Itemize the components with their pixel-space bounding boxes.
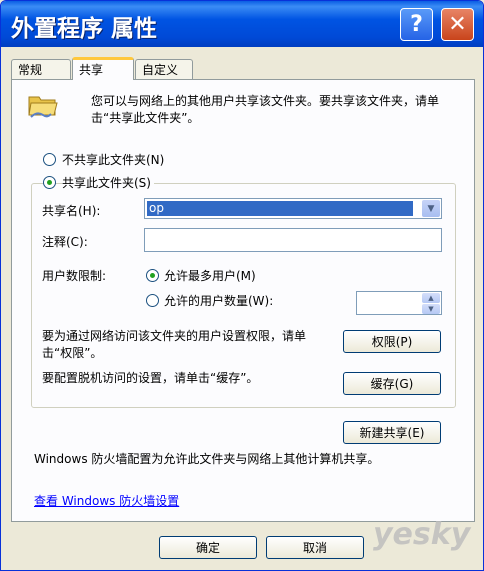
allowed-users-radio[interactable] bbox=[146, 294, 159, 307]
tab-sharing[interactable]: 共享 bbox=[72, 57, 134, 80]
shared-folder-icon bbox=[28, 96, 58, 118]
help-icon: ? bbox=[410, 12, 423, 37]
close-button[interactable]: ✕ bbox=[441, 8, 474, 41]
properties-dialog: 外置程序 属性 ? ✕ 常规 共享 自定义 您可以与网络上的其他用户共享该文件夹… bbox=[0, 0, 484, 571]
comment-input[interactable] bbox=[144, 228, 442, 252]
max-users-radio[interactable] bbox=[146, 269, 159, 282]
title-bar[interactable]: 外置程序 属性 ? ✕ bbox=[1, 1, 483, 47]
cache-description: 要配置脱机访问的设置，请单击“缓存”。 bbox=[42, 371, 259, 385]
new-share-button[interactable]: 新建共享(E) bbox=[343, 421, 441, 444]
firewall-settings-link[interactable]: 查看 Windows 防火墙设置 bbox=[34, 492, 179, 509]
firewall-description: Windows 防火墙配置为允许此文件夹与网络上其他计算机共享。 bbox=[34, 452, 380, 466]
spin-down-icon[interactable]: ▼ bbox=[422, 304, 440, 314]
user-count-spinner[interactable]: ▲ ▼ bbox=[356, 291, 442, 315]
share-label[interactable]: 共享此文件夹(S) bbox=[62, 174, 154, 191]
chevron-down-icon[interactable]: ▼ bbox=[422, 200, 440, 217]
tab-customize[interactable]: 自定义 bbox=[135, 59, 193, 79]
share-name-label: 共享名(H): bbox=[42, 204, 101, 218]
max-users-label[interactable]: 允许最多用户(M) bbox=[164, 267, 256, 284]
cache-button[interactable]: 缓存(G) bbox=[343, 372, 441, 395]
share-name-value[interactable]: op bbox=[147, 201, 413, 216]
sharing-description: 您可以与网络上的其他用户共享该文件夹。要共享该文件夹，请单击“共享此文件夹”。 bbox=[91, 94, 440, 125]
user-limit-label: 用户数限制: bbox=[42, 269, 107, 283]
share-name-combobox[interactable]: op ▼ bbox=[144, 198, 442, 219]
tab-general[interactable]: 常规 bbox=[11, 59, 71, 79]
spin-up-icon[interactable]: ▲ bbox=[422, 293, 440, 303]
comment-label: 注释(C): bbox=[42, 235, 88, 249]
permissions-description: 要为通过网络访问该文件夹的用户设置权限，请单击“权限”。 bbox=[42, 329, 307, 360]
close-icon: ✕ bbox=[448, 12, 467, 37]
cancel-button[interactable]: 取消 bbox=[266, 536, 364, 559]
ok-button[interactable]: 确定 bbox=[159, 536, 257, 559]
not-share-label[interactable]: 不共享此文件夹(N) bbox=[62, 151, 164, 168]
permissions-button[interactable]: 权限(P) bbox=[343, 330, 441, 353]
share-radio[interactable] bbox=[43, 176, 56, 189]
window-title: 外置程序 属性 bbox=[11, 16, 158, 42]
not-share-radio[interactable] bbox=[43, 153, 56, 166]
watermark-logo: yesky bbox=[373, 517, 471, 552]
allowed-users-label[interactable]: 允许的用户数量(W): bbox=[164, 292, 273, 309]
help-button[interactable]: ? bbox=[400, 8, 433, 41]
